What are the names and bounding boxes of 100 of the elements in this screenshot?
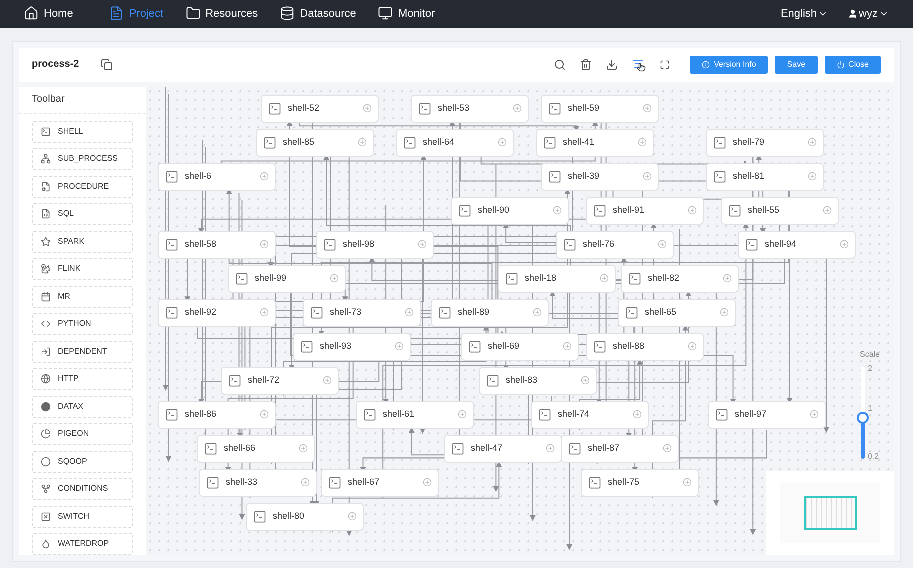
task-node[interactable]: shell-72: [221, 366, 339, 394]
add-icon[interactable]: [348, 512, 357, 521]
task-type-item[interactable]: HTTP: [32, 368, 133, 390]
task-node[interactable]: shell-52: [261, 94, 379, 122]
add-icon[interactable]: [301, 478, 310, 487]
add-icon[interactable]: [395, 342, 404, 351]
add-icon[interactable]: [260, 410, 269, 419]
add-icon[interactable]: [299, 444, 308, 453]
task-node[interactable]: shell-33: [199, 468, 317, 496]
task-node[interactable]: shell-98: [316, 230, 434, 258]
add-icon[interactable]: [720, 308, 729, 317]
task-node[interactable]: shell-99: [228, 264, 346, 292]
nav-link[interactable]: Project: [109, 6, 164, 22]
add-icon[interactable]: [581, 376, 590, 385]
task-node[interactable]: shell-91: [586, 196, 704, 224]
task-node[interactable]: shell-94: [738, 230, 856, 258]
add-icon[interactable]: [260, 308, 269, 317]
trash-icon[interactable]: [580, 58, 592, 70]
task-node[interactable]: shell-89: [431, 298, 549, 326]
task-node[interactable]: shell-61: [356, 400, 474, 428]
task-node[interactable]: shell-47: [444, 434, 562, 462]
task-node[interactable]: shell-87: [561, 434, 679, 462]
add-icon[interactable]: [418, 240, 427, 249]
task-type-item[interactable]: DATAX: [32, 396, 133, 418]
fullscreen-icon[interactable]: [660, 60, 670, 70]
task-type-item[interactable]: SHELL: [32, 120, 133, 142]
task-node[interactable]: shell-93: [293, 332, 411, 360]
task-node[interactable]: shell-18: [498, 264, 616, 292]
add-icon[interactable]: [513, 104, 522, 113]
task-node[interactable]: shell-86: [158, 400, 276, 428]
add-icon[interactable]: [633, 410, 642, 419]
nav-link[interactable]: Monitor: [378, 6, 436, 22]
add-icon[interactable]: [458, 410, 467, 419]
add-icon[interactable]: [688, 342, 697, 351]
add-icon[interactable]: [423, 478, 432, 487]
task-type-item[interactable]: CONDITIONS: [32, 478, 133, 500]
task-type-item[interactable]: FLINK: [32, 258, 133, 280]
task-type-item[interactable]: MR: [32, 286, 133, 308]
add-icon[interactable]: [405, 308, 414, 317]
add-icon[interactable]: [688, 206, 697, 215]
add-icon[interactable]: [533, 308, 542, 317]
nav-link[interactable]: Home: [24, 6, 74, 22]
task-node[interactable]: shell-92: [158, 298, 276, 326]
task-type-item[interactable]: SQL: [32, 203, 133, 225]
add-icon[interactable]: [823, 206, 832, 215]
add-icon[interactable]: [260, 240, 269, 249]
add-icon[interactable]: [808, 172, 817, 181]
task-node[interactable]: shell-82: [621, 264, 739, 292]
task-type-item[interactable]: SQOOP: [32, 450, 133, 472]
task-node[interactable]: shell-41: [536, 128, 654, 156]
task-type-item[interactable]: SUB_PROCESS: [32, 148, 133, 170]
task-node[interactable]: shell-39: [541, 162, 659, 190]
add-icon[interactable]: [363, 104, 372, 113]
add-icon[interactable]: [810, 410, 819, 419]
task-node[interactable]: shell-67: [321, 468, 439, 496]
task-type-item[interactable]: SWITCH: [32, 506, 133, 528]
add-icon[interactable]: [643, 104, 652, 113]
task-node[interactable]: shell-83: [479, 366, 597, 394]
task-node[interactable]: shell-74: [531, 400, 649, 428]
task-type-item[interactable]: WATERDROP: [32, 533, 133, 555]
task-node[interactable]: shell-75: [581, 468, 699, 496]
task-node[interactable]: shell-59: [541, 94, 659, 122]
add-icon[interactable]: [658, 240, 667, 249]
add-icon[interactable]: [498, 138, 507, 147]
slider-thumb[interactable]: [856, 412, 869, 424]
add-icon[interactable]: [553, 206, 562, 215]
add-icon[interactable]: [808, 138, 817, 147]
task-node[interactable]: shell-73: [303, 298, 421, 326]
nav-link[interactable]: Resources: [186, 6, 258, 22]
task-type-item[interactable]: PYTHON: [32, 313, 133, 335]
task-node[interactable]: shell-97: [708, 400, 826, 428]
language-dropdown[interactable]: English: [780, 6, 828, 22]
task-type-item[interactable]: DEPENDENT: [32, 340, 133, 362]
task-node[interactable]: shell-69: [461, 332, 579, 360]
download-icon[interactable]: [606, 58, 618, 70]
task-node[interactable]: shell-53: [411, 94, 529, 122]
add-icon[interactable]: [330, 274, 339, 283]
task-node[interactable]: shell-64: [396, 128, 514, 156]
add-icon[interactable]: [546, 444, 555, 453]
task-node[interactable]: shell-55: [721, 196, 839, 224]
task-node[interactable]: shell-76: [556, 230, 674, 258]
add-icon[interactable]: [638, 138, 647, 147]
task-node[interactable]: shell-90: [451, 196, 569, 224]
user-menu[interactable]: wyz: [848, 6, 889, 22]
task-node[interactable]: shell-65: [618, 298, 736, 326]
task-type-item[interactable]: PIGEON: [32, 423, 133, 445]
task-node[interactable]: shell-81: [706, 162, 824, 190]
add-icon[interactable]: [683, 478, 692, 487]
add-icon[interactable]: [643, 172, 652, 181]
add-icon[interactable]: [260, 172, 269, 181]
task-node[interactable]: shell-85: [256, 128, 374, 156]
add-icon[interactable]: [723, 274, 732, 283]
format-icon[interactable]: [632, 58, 646, 72]
task-node[interactable]: shell-79: [706, 128, 824, 156]
search-icon[interactable]: [554, 58, 566, 70]
add-icon[interactable]: [840, 240, 849, 249]
task-node[interactable]: shell-88: [586, 332, 704, 360]
add-icon[interactable]: [563, 342, 572, 351]
add-icon[interactable]: [600, 274, 609, 283]
task-type-item[interactable]: SPARK: [32, 230, 133, 252]
